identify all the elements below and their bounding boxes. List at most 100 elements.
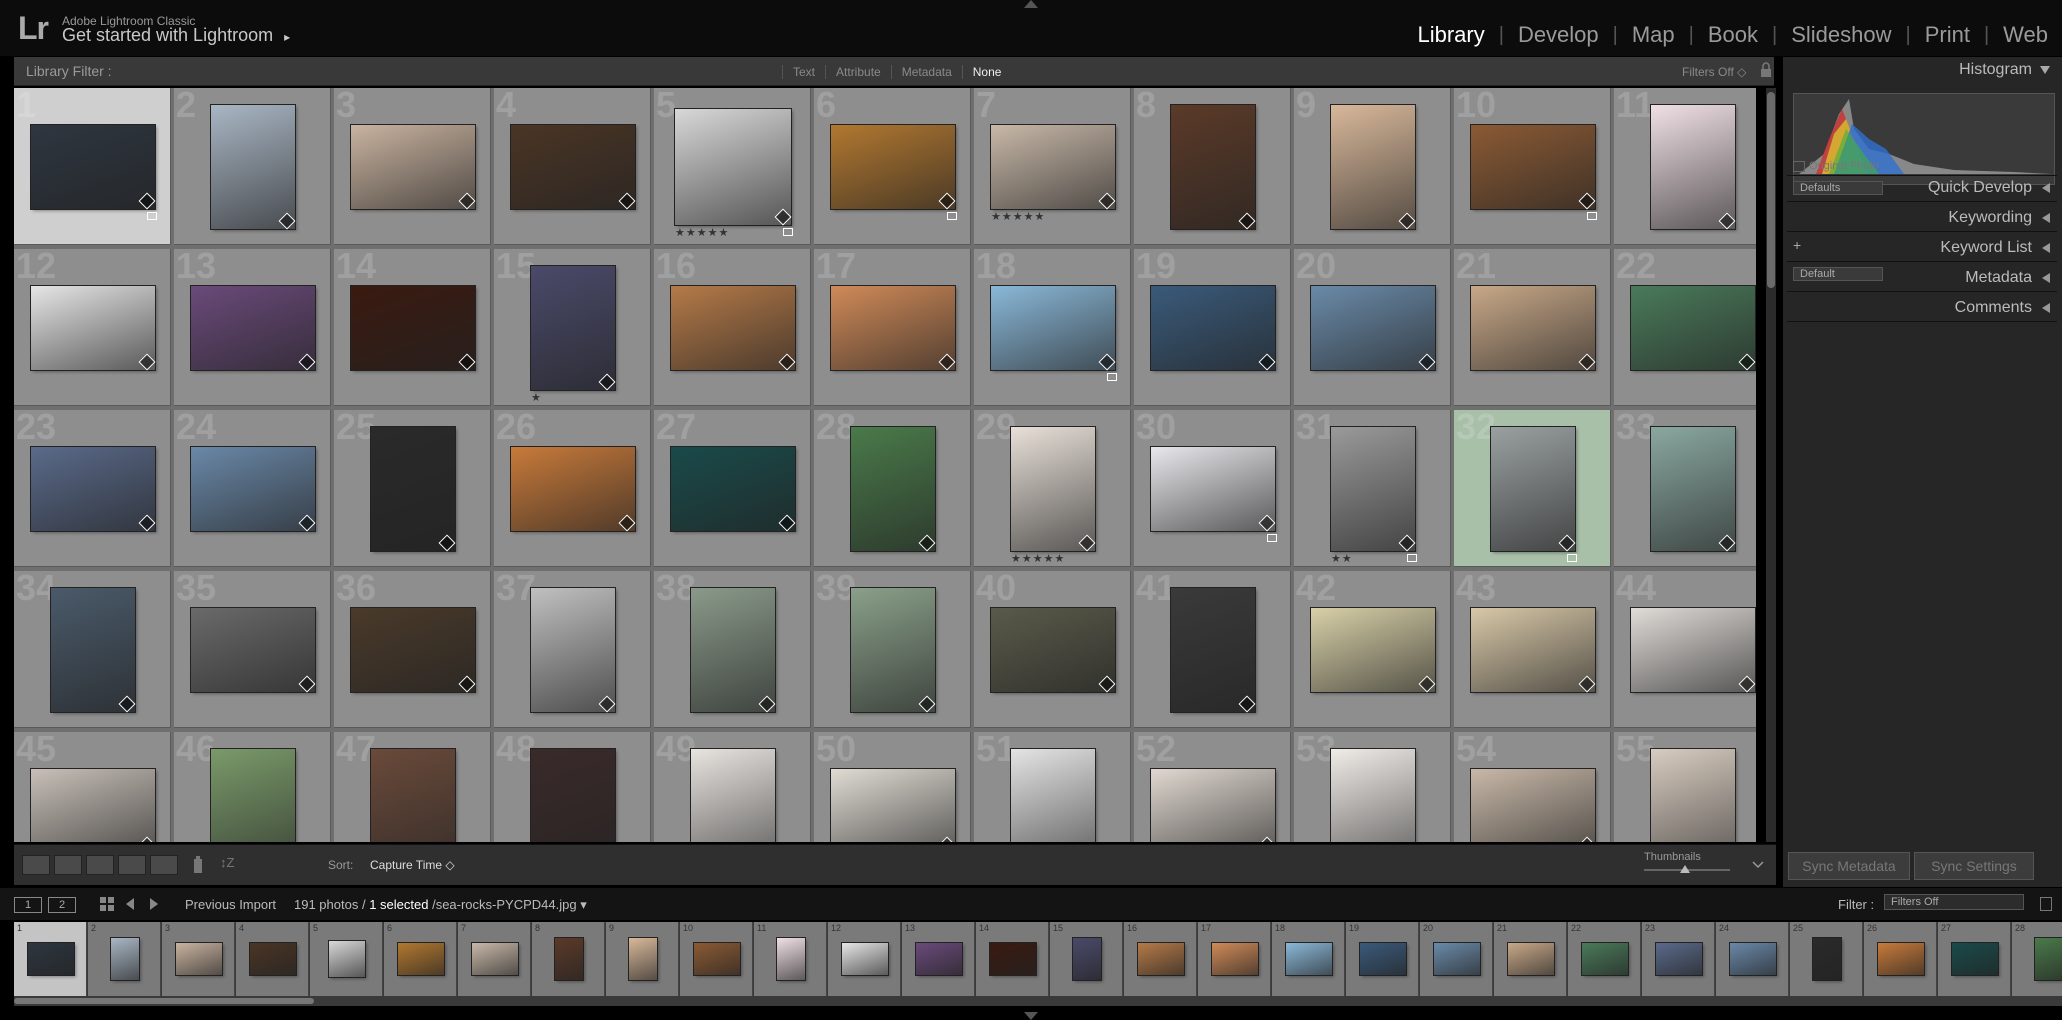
filmstrip-thumbnail[interactable]: [472, 943, 518, 975]
grid-cell[interactable]: 44: [1614, 571, 1756, 728]
filmstrip-cell[interactable]: 24: [1716, 922, 1789, 996]
grid-cell[interactable]: 38: [654, 571, 811, 728]
star-rating[interactable]: ★★: [1331, 552, 1353, 565]
grid-cell[interactable]: 47: [334, 732, 491, 842]
photo-thumbnail[interactable]: [1631, 286, 1755, 370]
filmstrip-thumbnail[interactable]: [1212, 943, 1258, 975]
quick-develop-preset-select[interactable]: Defaults: [1793, 181, 1883, 195]
flag-icon[interactable]: [1267, 534, 1277, 542]
photo-thumbnail[interactable]: [1631, 608, 1755, 692]
star-rating[interactable]: ★: [531, 391, 542, 404]
metadata-header[interactable]: Metadata: [1965, 269, 2032, 287]
comments-header[interactable]: Comments: [1955, 299, 2032, 317]
photo-thumbnail[interactable]: [1651, 105, 1735, 229]
filmstrip-cell[interactable]: 7: [458, 922, 531, 996]
flag-icon[interactable]: [1567, 554, 1577, 562]
filmstrip-thumbnail[interactable]: [1878, 943, 1924, 975]
photo-thumbnail[interactable]: [831, 286, 955, 370]
photo-thumbnail[interactable]: [31, 125, 155, 209]
flag-icon[interactable]: [1107, 373, 1117, 381]
photo-thumbnail[interactable]: [1471, 769, 1595, 842]
sort-direction-icon[interactable]: ↕Z: [220, 855, 248, 875]
grid-cell[interactable]: 45: [14, 732, 171, 842]
grid-cell[interactable]: 26: [494, 410, 651, 567]
photo-thumbnail[interactable]: [991, 286, 1115, 370]
people-view-icon[interactable]: [150, 855, 178, 875]
filmstrip-cell[interactable]: 16: [1124, 922, 1197, 996]
filmstrip-lock-icon[interactable]: [2040, 897, 2052, 911]
grid-view-icon[interactable]: [22, 855, 50, 875]
filmstrip-cell[interactable]: 3: [162, 922, 235, 996]
photo-thumbnail[interactable]: [31, 286, 155, 370]
filmstrip-scrollbar[interactable]: [14, 998, 314, 1004]
photo-thumbnail[interactable]: [51, 588, 135, 712]
grid-cell[interactable]: 53: [1294, 732, 1451, 842]
photo-thumbnail[interactable]: [1151, 447, 1275, 531]
photo-thumbnail[interactable]: [991, 608, 1115, 692]
filmstrip-cell[interactable]: 5: [310, 922, 383, 996]
filmstrip-cell[interactable]: 23: [1642, 922, 1715, 996]
survey-view-icon[interactable]: [118, 855, 146, 875]
grid-cell[interactable]: 27: [654, 410, 811, 567]
filmstrip-cell[interactable]: 21: [1494, 922, 1567, 996]
grid-cell[interactable]: 42: [1294, 571, 1451, 728]
selected-filename[interactable]: /sea-rocks-PYCPD44.jpg ▾: [432, 897, 587, 912]
photo-thumbnail[interactable]: [1331, 427, 1415, 551]
grid-cell[interactable]: 19: [1134, 249, 1291, 406]
photo-thumbnail[interactable]: [1311, 286, 1435, 370]
photo-thumbnail[interactable]: [1651, 427, 1735, 551]
grid-cell[interactable]: 34: [14, 571, 171, 728]
grid-cell[interactable]: 3: [334, 88, 491, 245]
grid-cell[interactable]: 14: [334, 249, 491, 406]
module-library[interactable]: Library: [1403, 22, 1498, 48]
grid-cell[interactable]: 50: [814, 732, 971, 842]
filmstrip-thumbnail[interactable]: [842, 943, 888, 975]
filmstrip-cell[interactable]: 13: [902, 922, 975, 996]
filmstrip-thumbnail[interactable]: [250, 943, 296, 975]
filmstrip-thumbnail[interactable]: [176, 943, 222, 975]
keywording-header[interactable]: Keywording: [1948, 209, 2032, 227]
grid-cell[interactable]: 35: [174, 571, 331, 728]
grid-cell[interactable]: 39: [814, 571, 971, 728]
photo-thumbnail[interactable]: [531, 749, 615, 842]
photo-thumbnail[interactable]: [191, 286, 315, 370]
grid-scrollbar-thumb[interactable]: [1767, 92, 1775, 288]
filter-presets-dropdown[interactable]: Filters Off ◇: [1682, 65, 1746, 79]
grid-cell[interactable]: 18: [974, 249, 1131, 406]
grid-cell[interactable]: 25: [334, 410, 491, 567]
filmstrip-thumbnail[interactable]: [777, 938, 805, 980]
filmstrip-thumbnail[interactable]: [2035, 938, 2062, 980]
photo-thumbnail[interactable]: [371, 427, 455, 551]
grid-cell[interactable]: 10: [1454, 88, 1611, 245]
photo-thumbnail[interactable]: [1331, 105, 1415, 229]
photo-thumbnail[interactable]: [1151, 769, 1275, 842]
grid-cell[interactable]: 48: [494, 732, 651, 842]
filmstrip-thumbnail[interactable]: [1138, 943, 1184, 975]
filmstrip-cell[interactable]: 8: [532, 922, 605, 996]
filmstrip-cell[interactable]: 11: [754, 922, 827, 996]
filmstrip-thumbnail[interactable]: [1508, 943, 1554, 975]
photo-thumbnail[interactable]: [831, 769, 955, 842]
photo-thumbnail[interactable]: [691, 749, 775, 842]
photo-thumbnail[interactable]: [1171, 588, 1255, 712]
grid-cell[interactable]: 4: [494, 88, 651, 245]
filmstrip-cell[interactable]: 17: [1198, 922, 1271, 996]
photo-thumbnail[interactable]: [831, 125, 955, 209]
filmstrip-thumbnail[interactable]: [1656, 943, 1702, 975]
grid-cell[interactable]: 9: [1294, 88, 1451, 245]
photo-thumbnail[interactable]: [191, 447, 315, 531]
grid-cell[interactable]: 30: [1134, 410, 1291, 567]
painter-icon[interactable]: [190, 855, 206, 875]
filmstrip-cell[interactable]: 9: [606, 922, 679, 996]
photo-thumbnail[interactable]: [1311, 608, 1435, 692]
photo-thumbnail[interactable]: [1471, 125, 1595, 209]
photo-thumbnail[interactable]: [1151, 286, 1275, 370]
flag-icon[interactable]: [1587, 212, 1597, 220]
expand-left-icon[interactable]: [2042, 183, 2050, 193]
photo-thumbnail[interactable]: [211, 749, 295, 842]
grid-cell[interactable]: 20: [1294, 249, 1451, 406]
back-arrow-icon[interactable]: [124, 897, 136, 911]
filmstrip-cell[interactable]: 2: [88, 922, 161, 996]
star-rating[interactable]: ★★★★★: [1011, 552, 1065, 565]
photo-thumbnail[interactable]: [191, 608, 315, 692]
